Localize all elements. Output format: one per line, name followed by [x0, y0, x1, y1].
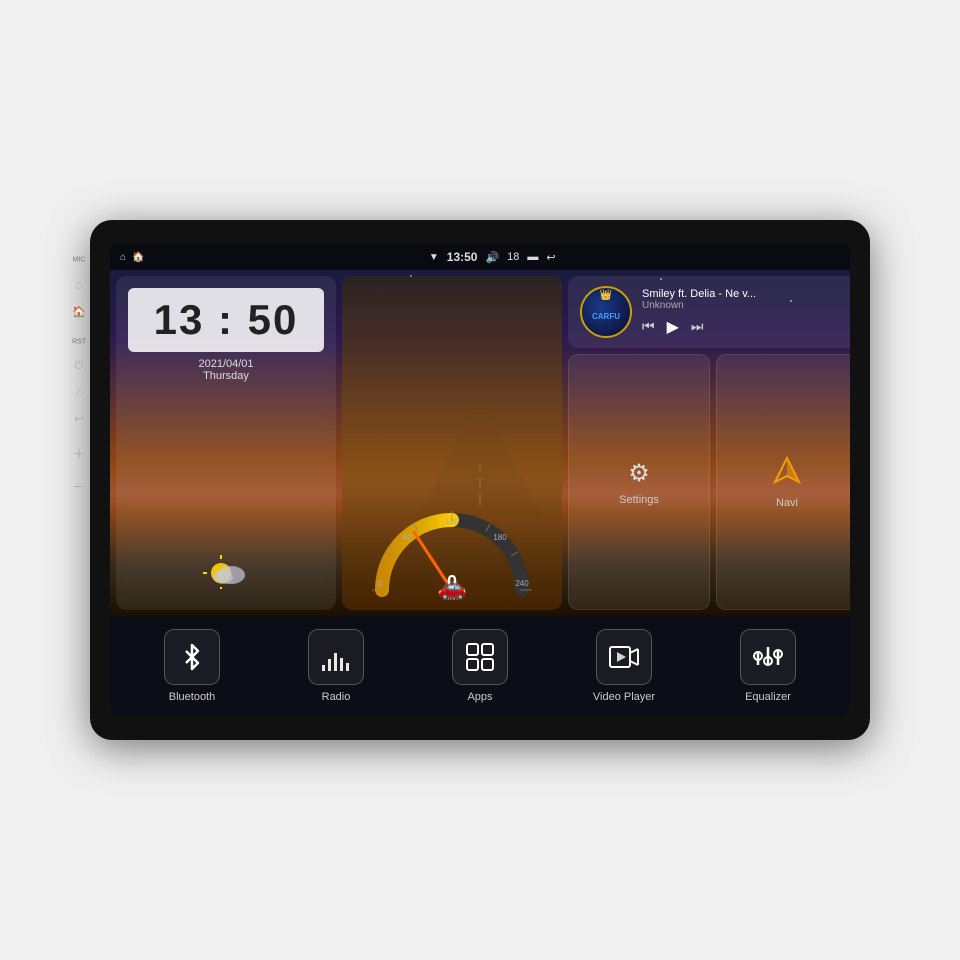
equalizer-label: Equalizer	[745, 691, 791, 703]
svg-text:240: 240	[515, 579, 529, 588]
equalizer-button[interactable]: Equalizer	[696, 629, 840, 703]
video-icon-wrap	[596, 629, 652, 685]
wifi-icon: ▼	[429, 252, 439, 263]
car-silhouette: 🚗	[437, 573, 467, 602]
play-button[interactable]: ▶	[667, 317, 679, 337]
status-center: ▼ 13:50 🔊 18 ▬ ↩	[429, 250, 556, 264]
album-logo: CARFU	[592, 312, 620, 321]
weather-icon	[128, 551, 324, 598]
settings-icon: ⚙	[628, 459, 650, 488]
equalizer-icon	[753, 643, 783, 671]
navi-label: Navi	[776, 497, 798, 509]
next-button[interactable]: ⏭	[691, 318, 704, 335]
svg-text:180: 180	[493, 533, 507, 542]
bluetooth-button[interactable]: Bluetooth	[120, 629, 264, 703]
widgets-area: 13 : 50 2021/04/01 Thursday	[110, 270, 850, 616]
music-controls: ⏮ ▶ ⏭	[642, 317, 846, 337]
settings-label: Settings	[619, 494, 659, 506]
power-button[interactable]: ⏻	[75, 360, 84, 373]
clock-date: 2021/04/01 Thursday	[128, 358, 324, 382]
navi-icon	[773, 456, 801, 491]
album-art: 👑 CARFU	[580, 286, 632, 338]
car-head-unit: MIC ⌂ 🏠 RST ⏻ ⌂ ↩ ＋ － ⌂ 🏠 ▼ 13:50 🔊 18 ▬…	[90, 220, 870, 740]
right-panel: 👑 CARFU Smiley ft. Delia - Ne v... Unkno…	[568, 276, 850, 610]
status-time: 13:50	[447, 250, 478, 264]
vol-down-button[interactable]: －	[72, 477, 85, 496]
video-player-button[interactable]: Video Player	[552, 629, 696, 703]
apps-label: Apps	[467, 691, 492, 703]
crown-icon: 👑	[600, 290, 612, 301]
prev-button[interactable]: ⏮	[642, 318, 655, 335]
svg-text:120: 120	[445, 517, 459, 526]
back-side-button[interactable]: ↩	[74, 413, 83, 426]
settings-button[interactable]: ⚙ Settings	[568, 354, 710, 610]
radio-button[interactable]: Radio	[264, 629, 408, 703]
status-left: ⌂ 🏠	[120, 252, 145, 263]
vol-up-button[interactable]: ＋	[72, 444, 85, 463]
music-title: Smiley ft. Delia - Ne v...	[642, 288, 846, 300]
main-content: 13 : 50 2021/04/01 Thursday	[110, 270, 850, 616]
radio-icon-wrap	[308, 629, 364, 685]
date-text: 2021/04/01	[128, 358, 324, 370]
battery-icon: ▬	[527, 251, 538, 263]
mic-label: MIC	[73, 257, 86, 264]
home-side-button[interactable]: ⌂	[76, 387, 83, 399]
bottom-nav: Bluetooth Radio	[110, 616, 850, 716]
apps-icon-wrap	[452, 629, 508, 685]
screen: ⌂ 🏠 ▼ 13:50 🔊 18 ▬ ↩	[110, 244, 850, 716]
radio-label: Radio	[322, 691, 351, 703]
music-info: Smiley ft. Delia - Ne v... Unknown ⏮ ▶ ⏭	[642, 288, 846, 337]
video-icon	[608, 643, 640, 671]
svg-text:0: 0	[378, 579, 383, 588]
music-widget: 👑 CARFU Smiley ft. Delia - Ne v... Unkno…	[568, 276, 850, 348]
navi-button[interactable]: Navi	[716, 354, 850, 610]
back-icon: ↩	[546, 251, 555, 264]
rst-label: RST	[72, 339, 86, 346]
radio-icon	[320, 643, 352, 671]
video-label: Video Player	[593, 691, 655, 703]
apps-icon	[465, 642, 495, 672]
speedometer-widget: 0 60 120 180 240 0 km/h 🚗	[342, 276, 562, 610]
house2-button[interactable]: 🏠	[72, 306, 86, 319]
apps-button[interactable]: Apps	[408, 629, 552, 703]
bluetooth-icon	[178, 643, 206, 671]
volume-level: 18	[507, 251, 519, 263]
side-buttons-panel: MIC ⌂ 🏠 RST ⏻ ⌂ ↩ ＋ －	[72, 257, 86, 496]
home-icon: ⌂	[120, 252, 126, 263]
status-bar: ⌂ 🏠 ▼ 13:50 🔊 18 ▬ ↩	[110, 244, 850, 270]
volume-icon: 🔊	[485, 251, 499, 264]
bluetooth-icon-wrap	[164, 629, 220, 685]
home2-icon: 🏠	[132, 252, 144, 263]
home-button[interactable]: ⌂	[75, 278, 82, 292]
music-artist: Unknown	[642, 300, 846, 311]
bluetooth-label: Bluetooth	[169, 691, 215, 703]
app-shortcuts: ⚙ Settings Navi	[568, 354, 850, 610]
day-text: Thursday	[128, 370, 324, 382]
svg-text:60: 60	[403, 533, 412, 542]
eq-icon-wrap	[740, 629, 796, 685]
clock-display: 13 : 50	[128, 288, 324, 352]
clock-widget: 13 : 50 2021/04/01 Thursday	[116, 276, 336, 610]
